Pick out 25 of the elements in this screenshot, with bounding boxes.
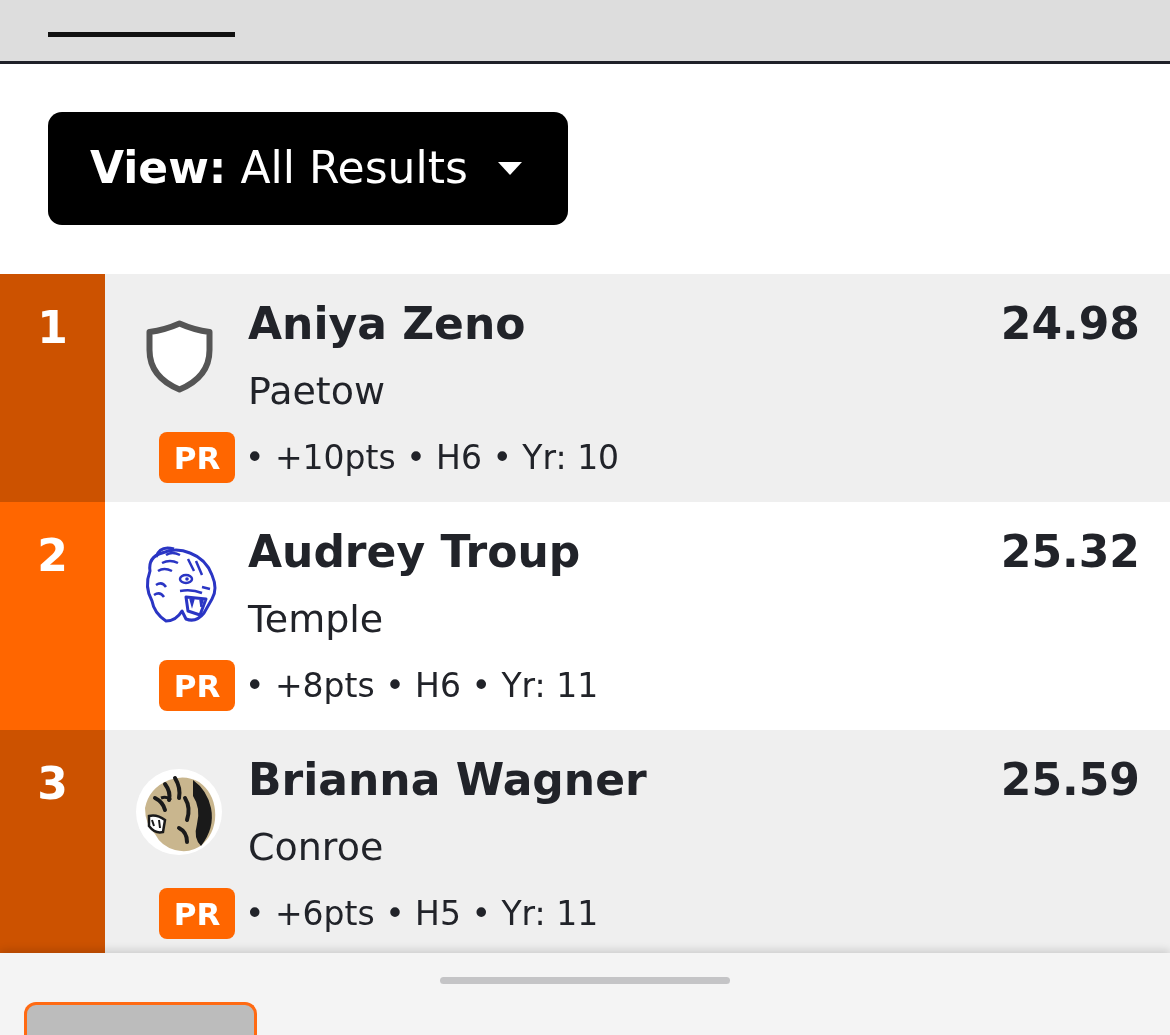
caret-down-icon [497,162,522,175]
athlete-name: Audrey Troup [248,526,581,579]
tiger-head-icon [135,768,223,856]
rank-number: 2 [37,530,68,583]
pr-badge: PR [159,432,235,484]
result-time: 25.59 [1000,754,1140,807]
pr-badge: PR [159,660,235,712]
athlete-name: Aniya Zeno [248,298,526,351]
shield-icon [145,319,213,393]
result-time: 25.32 [1000,526,1140,579]
result-time: 24.98 [1000,298,1140,351]
result-row[interactable]: 1 Aniya Zeno Paetow 24.98 PR • +10pts • H6 • Yr: 10 [0,274,1170,502]
result-details: • +8pts • H6 • Yr: 11 [245,666,599,706]
school-name: Paetow [248,368,386,415]
rank-number: 1 [37,302,68,355]
view-dropdown-button[interactable]: View: All Results [48,112,568,225]
school-name: Temple [248,596,384,643]
rank-number: 3 [37,758,68,811]
school-name: Conroe [248,824,384,871]
sheet-handle[interactable] [440,977,730,984]
filter-button[interactable] [24,1002,257,1035]
pr-badge: PR [159,888,235,940]
result-details: • +10pts • H6 • Yr: 10 [245,438,620,478]
athlete-name: Brianna Wagner [248,754,647,807]
result-details: • +6pts • H5 • Yr: 11 [245,894,599,934]
